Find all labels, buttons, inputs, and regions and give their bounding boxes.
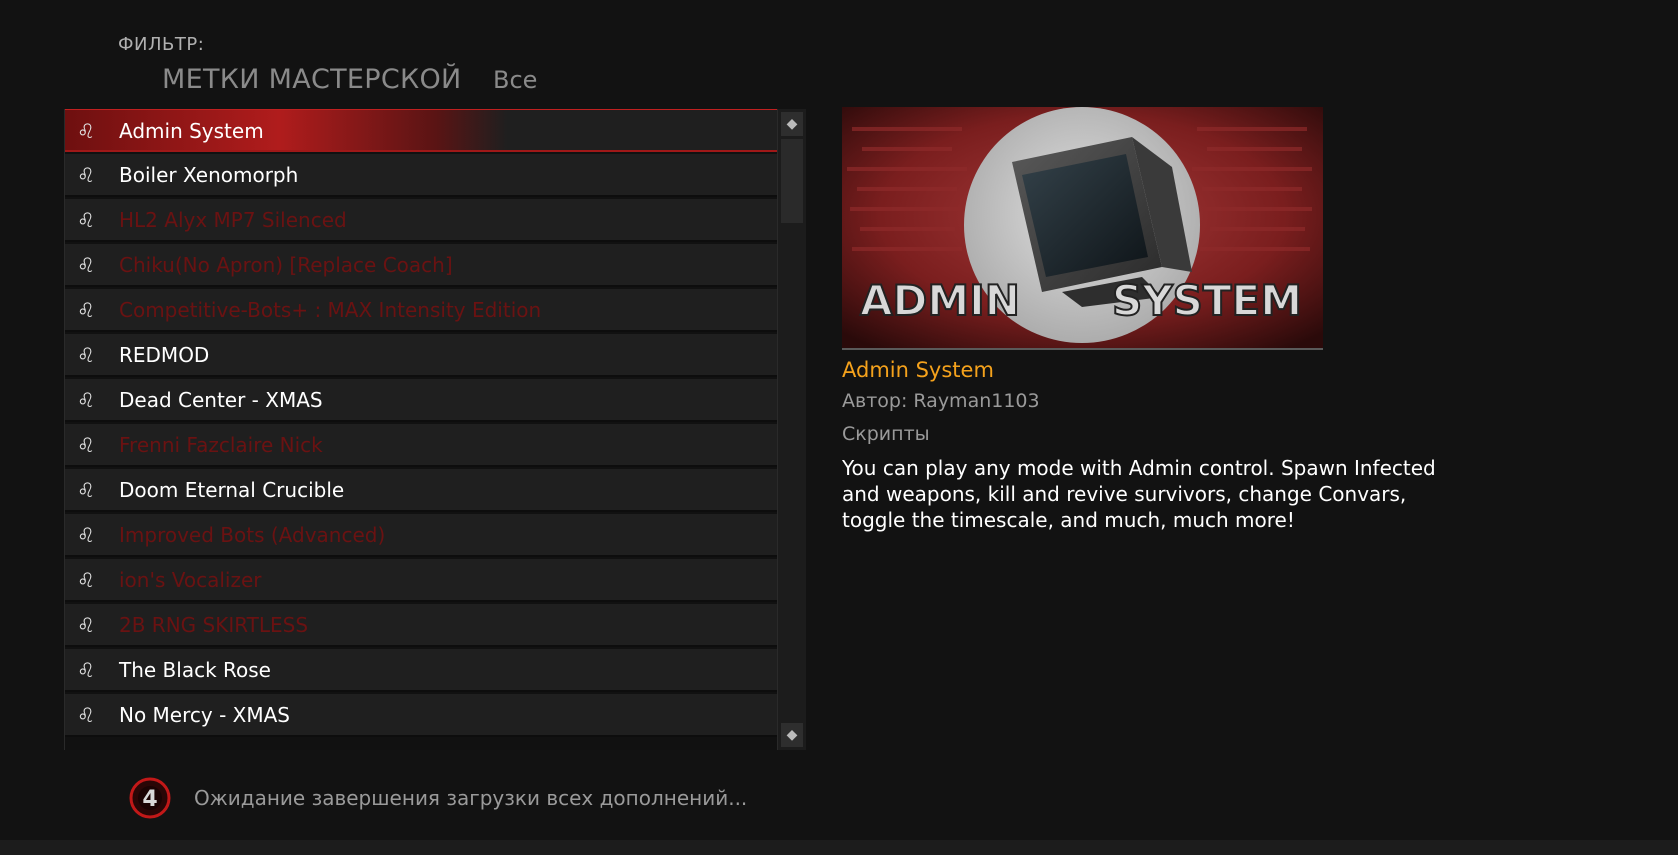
addon-row[interactable]: ♌ Admin System bbox=[65, 109, 778, 152]
workshop-addon-icon: ♌ bbox=[77, 253, 95, 277]
addon-name: Admin System bbox=[119, 119, 264, 143]
workshop-addon-icon: ♌ bbox=[77, 388, 95, 412]
addon-row[interactable]: ♌ Frenni Fazclaire Nick bbox=[65, 424, 778, 467]
workshop-addon-icon: ♌ bbox=[77, 119, 95, 143]
addon-list-panel: ♌ Admin System ♌ Boiler Xenomorph ♌ HL2 Alyx … bbox=[64, 109, 778, 750]
l4d2-logo-icon: 4 bbox=[129, 777, 171, 819]
filter-category: МЕТКИ МАСТЕРСКОЙ bbox=[162, 64, 462, 95]
addon-name: Boiler Xenomorph bbox=[119, 163, 299, 187]
workshop-addon-icon: ♌ bbox=[77, 613, 95, 637]
addon-row[interactable]: ♌ Competitive-Bots+ : MAX Intensity Editi… bbox=[65, 289, 778, 332]
scroll-down-button[interactable]: ◆ bbox=[781, 723, 803, 747]
addon-name: ion's Vocalizer bbox=[119, 568, 262, 592]
scroll-up-button[interactable]: ◆ bbox=[781, 112, 803, 136]
addon-name: No Mercy - XMAS bbox=[119, 703, 290, 727]
filter-dropdown[interactable]: Все bbox=[493, 66, 537, 94]
addon-name: Chiku(No Apron) [Replace Coach] bbox=[119, 253, 453, 277]
svg-text:4: 4 bbox=[142, 787, 157, 812]
addon-name: 2B RNG SKIRTLESS bbox=[119, 613, 309, 637]
addon-name: The Black Rose bbox=[119, 658, 271, 682]
workshop-addon-icon: ♌ bbox=[77, 343, 95, 367]
preview-text-right: SYSTEM bbox=[1112, 276, 1302, 325]
addon-category: Скрипты bbox=[842, 423, 930, 445]
workshop-addon-icon: ♌ bbox=[77, 433, 95, 457]
workshop-addon-icon: ♌ bbox=[77, 163, 95, 187]
workshop-addon-icon: ♌ bbox=[77, 298, 95, 322]
addon-preview-image: ADMIN SYSTEM bbox=[842, 107, 1323, 350]
status-text: Ожидание завершения загрузки всех дополн… bbox=[194, 786, 748, 810]
addon-name: REDMOD bbox=[119, 343, 210, 367]
addon-row[interactable]: ♌ Boiler Xenomorph bbox=[65, 154, 778, 197]
filter-label: ФИЛЬТР: bbox=[118, 34, 205, 55]
addon-author: Автор: Rayman1103 bbox=[842, 390, 1040, 412]
workshop-addon-icon: ♌ bbox=[77, 478, 95, 502]
addon-description: You can play any mode with Admin control… bbox=[842, 456, 1436, 532]
addon-name: Competitive-Bots+ : MAX Intensity Editio… bbox=[119, 298, 542, 322]
addon-title: Admin System bbox=[842, 358, 994, 382]
addon-name: HL2 Alyx MP7 Silenced bbox=[119, 208, 347, 232]
addon-preview-svg: ADMIN SYSTEM bbox=[842, 107, 1323, 348]
workshop-addon-icon: ♌ bbox=[77, 568, 95, 592]
addon-row[interactable]: ♌ HL2 Alyx MP7 Silenced bbox=[65, 199, 778, 242]
addon-name: Dead Center - XMAS bbox=[119, 388, 323, 412]
addon-row[interactable]: ♌ REDMOD bbox=[65, 334, 778, 377]
workshop-addon-icon: ♌ bbox=[77, 703, 95, 727]
addons-screen: ФИЛЬТР: МЕТКИ МАСТЕРСКОЙ Все ♌ Admin Syst… bbox=[0, 0, 1678, 855]
addon-row[interactable]: ♌ Improved Bots (Advanced) bbox=[65, 514, 778, 557]
addon-name: Frenni Fazclaire Nick bbox=[119, 433, 323, 457]
addon-name: Improved Bots (Advanced) bbox=[119, 523, 386, 547]
addon-name: Doom Eternal Crucible bbox=[119, 478, 345, 502]
workshop-addon-icon: ♌ bbox=[77, 523, 95, 547]
scroll-thumb[interactable] bbox=[781, 139, 803, 223]
addon-list-scrollbar[interactable]: ◆ ◆ bbox=[777, 109, 806, 750]
addon-row[interactable]: ♌ 2B RNG SKIRTLESS bbox=[65, 604, 778, 647]
addon-row[interactable]: ♌ Chiku(No Apron) [Replace Coach] bbox=[65, 244, 778, 287]
addon-row[interactable]: ♌ Doom Eternal Crucible bbox=[65, 469, 778, 512]
preview-text-left: ADMIN bbox=[860, 276, 1020, 325]
workshop-addon-icon: ♌ bbox=[77, 658, 95, 682]
workshop-addon-icon: ♌ bbox=[77, 208, 95, 232]
bottom-band bbox=[0, 840, 1678, 855]
addon-row[interactable]: ♌ The Black Rose bbox=[65, 649, 778, 692]
addon-row[interactable]: ♌ No Mercy - XMAS bbox=[65, 694, 778, 737]
addon-list: ♌ Admin System ♌ Boiler Xenomorph ♌ HL2 Alyx … bbox=[65, 109, 778, 739]
addon-row[interactable]: ♌ ion's Vocalizer bbox=[65, 559, 778, 602]
addon-row[interactable]: ♌ Dead Center - XMAS bbox=[65, 379, 778, 422]
